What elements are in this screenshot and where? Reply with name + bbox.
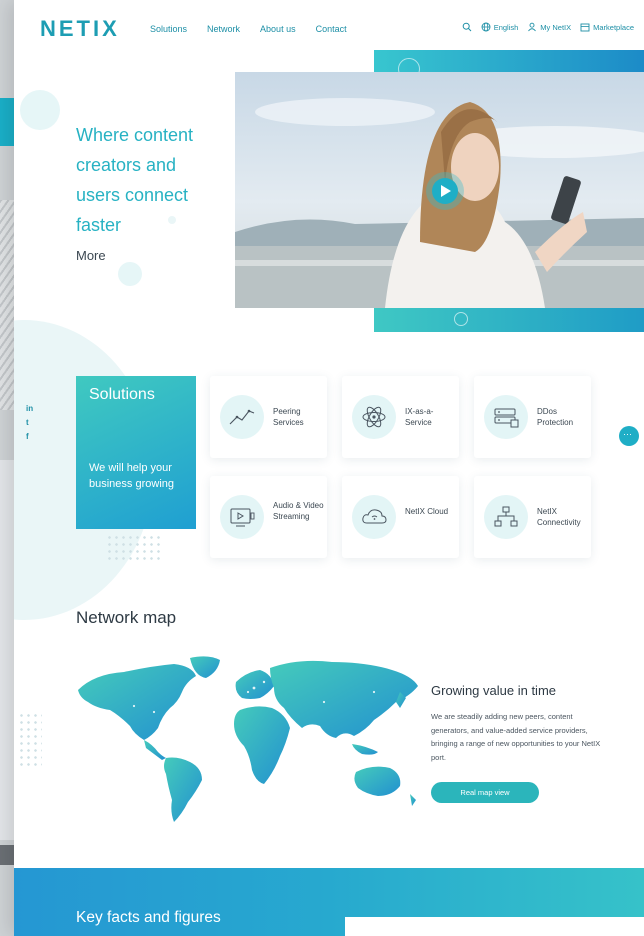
chat-button[interactable]: ··· [619, 426, 639, 446]
world-map[interactable] [74, 652, 424, 832]
play-icon [441, 185, 451, 197]
solution-card-peering[interactable]: Peering Services [210, 376, 327, 458]
video-screen-icon [220, 495, 264, 539]
server-shield-icon [484, 395, 528, 439]
decor-circle [20, 90, 60, 130]
decor-circle [118, 262, 142, 286]
facebook-icon[interactable]: f [26, 432, 33, 441]
main-nav: Solutions Network About us Contact [150, 24, 347, 34]
network-nodes-icon [484, 495, 528, 539]
header-tools: English My NetIX Marketplace [462, 22, 634, 32]
solution-card-label: Audio & Video Streaming [273, 501, 324, 521]
solution-card-streaming[interactable]: Audio & Video Streaming [210, 476, 327, 558]
solutions-panel: Solutions We will help your business gro… [76, 376, 196, 529]
decor-dot-grid [106, 534, 160, 560]
cloud-icon [352, 495, 396, 539]
solutions-title: Solutions [89, 386, 155, 403]
atom-icon [352, 395, 396, 439]
marketplace-link[interactable]: Marketplace [580, 22, 634, 32]
globe-icon [481, 22, 491, 32]
language-label: English [493, 22, 519, 32]
peering-chart-icon [220, 395, 264, 439]
nav-about-us[interactable]: About us [260, 24, 296, 34]
solution-card-cloud[interactable]: NetIX Cloud [342, 476, 459, 558]
search-icon [462, 22, 472, 32]
play-video-button[interactable] [432, 178, 458, 204]
nav-network[interactable]: Network [207, 24, 240, 34]
marketplace-label: Marketplace [593, 22, 634, 32]
real-map-view-button[interactable]: Real map view [431, 782, 539, 803]
nav-solutions[interactable]: Solutions [150, 24, 187, 34]
network-map-title: Network map [76, 608, 177, 627]
twitter-icon[interactable]: t [26, 418, 33, 427]
growing-value-title: Growing value in time [431, 683, 556, 698]
key-facts-card [345, 917, 644, 936]
netix-homepage: NETIX Solutions Network About us Contact… [14, 0, 644, 936]
netix-logo[interactable]: NETIX [40, 16, 120, 42]
my-netix-label: My NetIX [540, 22, 572, 32]
hero-accent-bar [374, 308, 644, 332]
hero-more-link[interactable]: More [76, 248, 106, 263]
solution-card-connectivity[interactable]: NetIX Connectivity [474, 476, 591, 558]
hero-title: Where content creators and users connect… [76, 125, 194, 235]
linkedin-icon[interactable]: in [26, 404, 33, 413]
search-button[interactable] [462, 22, 472, 32]
solution-card-ix-as-a-service[interactable]: IX-as-a-Service [342, 376, 459, 458]
decor-dot-grid [18, 712, 42, 768]
chat-icon: ··· [623, 429, 632, 439]
solution-card-label: DDos Protection [537, 407, 574, 427]
solution-card-label: Peering Services [273, 407, 304, 427]
my-netix-link[interactable]: My NetIX [527, 22, 571, 32]
user-icon [528, 22, 537, 32]
key-facts-title: Key facts and figures [76, 909, 221, 926]
nav-contact[interactable]: Contact [316, 24, 347, 34]
solutions-subtitle: We will help your business growing [89, 462, 174, 490]
solution-card-label: NetIX Connectivity [537, 507, 581, 527]
solution-card-ddos[interactable]: DDos Protection [474, 376, 591, 458]
growing-value-text: We are steadily adding new peers, conten… [431, 712, 601, 762]
site-header: NETIX Solutions Network About us Contact… [14, 0, 644, 52]
social-links: in t f [26, 404, 33, 441]
decor-ring [454, 312, 468, 326]
store-icon [580, 23, 590, 32]
solution-card-label: NetIX Cloud [405, 507, 449, 516]
solution-card-label: IX-as-a-Service [405, 407, 434, 427]
language-selector[interactable]: English [481, 22, 519, 32]
